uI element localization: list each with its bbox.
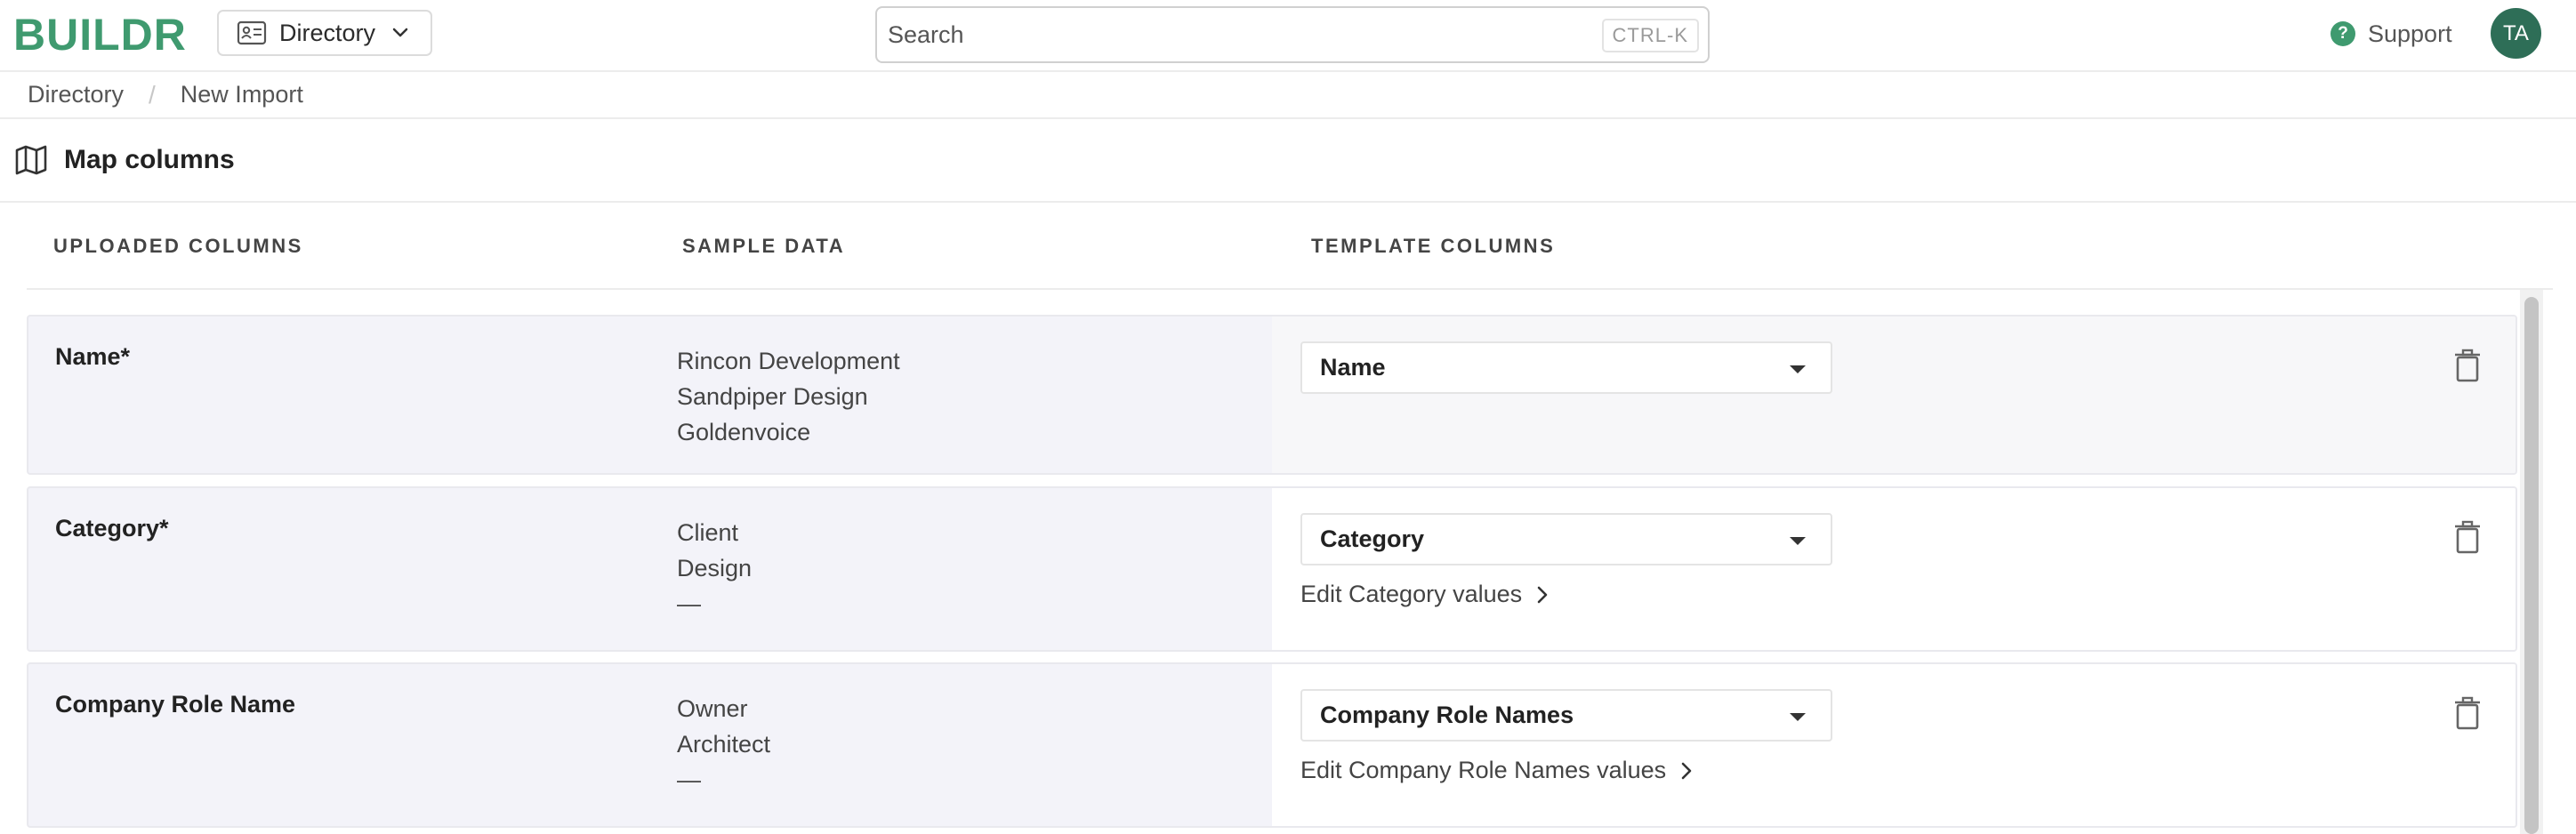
user-avatar[interactable]: TA <box>2491 8 2541 59</box>
template-column-value: Name <box>1320 354 1386 381</box>
template-column-select[interactable]: Category <box>1300 513 1832 565</box>
caret-down-icon <box>1790 713 1806 721</box>
sample-value: Owner <box>677 695 748 722</box>
chevron-right-icon <box>1537 586 1548 603</box>
breadcrumb: Directory / New Import <box>0 72 2576 119</box>
sample-value: Rincon Development <box>677 348 900 374</box>
support-link[interactable]: ? Support <box>2330 18 2452 50</box>
top-bar: BUILDR Directory CTRL-K ? Support TA <box>0 0 2576 72</box>
caret-down-icon <box>1790 365 1806 373</box>
search-shortcut-hint: CTRL-K <box>1601 19 1699 52</box>
tool-selector-label: Directory <box>279 19 376 46</box>
sample-value: Architect <box>677 731 771 758</box>
buildr-logo[interactable]: BUILDR <box>13 9 187 60</box>
template-column-value: Category <box>1320 525 1425 552</box>
tool-selector-dropdown[interactable]: Directory <box>217 10 432 56</box>
uploaded-column-name: Name* <box>55 343 131 370</box>
sample-value: Goldenvoice <box>677 419 811 445</box>
breadcrumb-item-directory[interactable]: Directory <box>28 81 124 108</box>
chevron-down-icon <box>392 28 408 37</box>
mapping-row-name: Name* Rincon Development Sandpiper Desig… <box>27 315 2517 475</box>
trash-icon[interactable] <box>2454 696 2481 730</box>
template-column-value: Company Role Names <box>1320 702 1574 728</box>
sample-value: — <box>677 766 701 793</box>
header-template-columns: TEMPLATE COLUMNS <box>1311 235 1556 257</box>
search-input[interactable] <box>888 20 1582 49</box>
caret-down-icon <box>1790 537 1806 545</box>
sample-data-list: Owner Architect — <box>677 691 770 798</box>
sample-value: Design <box>677 555 753 581</box>
help-icon: ? <box>2330 21 2355 46</box>
uploaded-column-name: Category* <box>55 515 169 541</box>
sample-value: — <box>677 590 701 617</box>
trash-icon[interactable] <box>2454 349 2481 382</box>
scrollbar-thumb[interactable] <box>2524 297 2539 834</box>
edit-company-role-names-values-link[interactable]: Edit Company Role Names values <box>1300 757 1693 784</box>
uploaded-column-name: Company Role Name <box>55 691 296 718</box>
trash-icon[interactable] <box>2454 520 2481 554</box>
map-icon <box>15 145 47 175</box>
page-title: Map columns <box>64 145 235 174</box>
template-cell <box>1272 317 2516 473</box>
breadcrumb-item-new-import: New Import <box>180 81 303 108</box>
chevron-right-icon <box>1681 762 1692 779</box>
header-uploaded-columns: UPLOADED COLUMNS <box>53 235 303 257</box>
support-label: Support <box>2368 20 2452 47</box>
template-column-select[interactable]: Company Role Names <box>1300 689 1832 742</box>
mapping-row-category: Category* Client Design — Category Edit … <box>27 486 2517 652</box>
sample-value: Client <box>677 519 739 546</box>
section-header: Map columns <box>0 119 2576 203</box>
sample-value: Sandpiper Design <box>677 383 868 410</box>
mapping-row-company-role-name: Company Role Name Owner Architect — Comp… <box>27 662 2517 828</box>
header-sample-data: SAMPLE DATA <box>682 235 846 257</box>
sample-data-list: Client Design — <box>677 515 752 621</box>
edit-link-label: Edit Category values <box>1300 581 1523 607</box>
column-headers: UPLOADED COLUMNS SAMPLE DATA TEMPLATE CO… <box>27 203 2553 290</box>
breadcrumb-separator: / <box>149 80 156 108</box>
edit-category-values-link[interactable]: Edit Category values <box>1300 581 1549 608</box>
search-box[interactable]: CTRL-K <box>875 6 1710 63</box>
edit-link-label: Edit Company Role Names values <box>1300 757 1667 783</box>
contact-card-icon <box>237 20 267 45</box>
sample-data-list: Rincon Development Sandpiper Design Gold… <box>677 343 900 450</box>
template-column-select[interactable]: Name <box>1300 341 1832 394</box>
